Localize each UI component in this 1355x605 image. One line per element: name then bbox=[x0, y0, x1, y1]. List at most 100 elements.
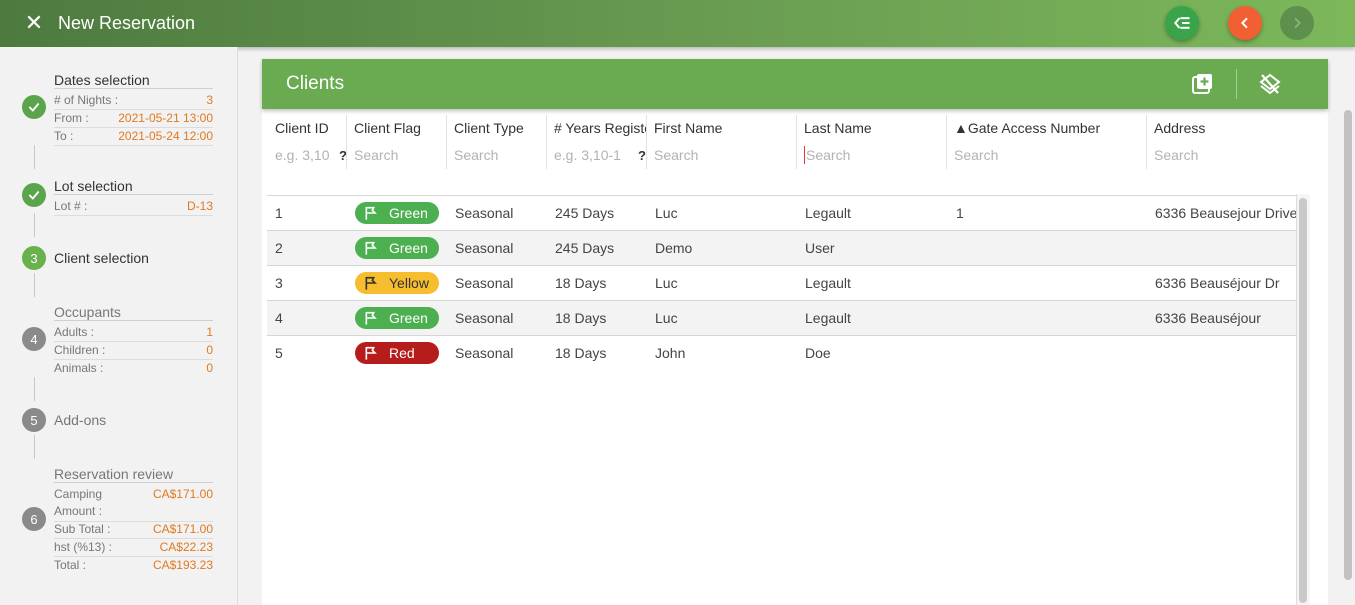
field-value: CA$193.23 bbox=[152, 558, 213, 572]
chevron-right-icon bbox=[1294, 17, 1302, 29]
client-id-cell: 5 bbox=[275, 345, 283, 361]
column-header[interactable]: First Name bbox=[654, 120, 794, 138]
years-cell: 245 Days bbox=[555, 240, 615, 256]
flag-label: Green bbox=[389, 240, 428, 256]
flag-label: Yellow bbox=[389, 275, 429, 291]
client-id-filter-input[interactable] bbox=[275, 147, 338, 163]
header-divider bbox=[1236, 69, 1237, 99]
column-header[interactable]: Address bbox=[1154, 120, 1294, 138]
step-connector bbox=[34, 213, 35, 237]
page-scrollbar[interactable] bbox=[1340, 110, 1355, 605]
column-divider bbox=[446, 115, 447, 169]
panel-header: Clients bbox=[262, 59, 1328, 109]
tax-field: hst (%13) : CA$22.23 bbox=[54, 539, 213, 557]
client-type-filter-input[interactable] bbox=[454, 147, 546, 163]
first-name-cell: Demo bbox=[655, 240, 693, 256]
help-icon[interactable]: ? bbox=[638, 148, 646, 163]
field-value: 1 bbox=[206, 325, 213, 339]
address-filter-input[interactable] bbox=[1154, 147, 1294, 163]
filter-cell: ? bbox=[275, 146, 347, 164]
address-cell: 6336 Beausejour Drive bbox=[1155, 205, 1296, 221]
field-value: 2021-05-21 13:00 bbox=[118, 111, 213, 125]
step-title: Occupants bbox=[54, 304, 213, 321]
close-icon[interactable]: ✕ bbox=[22, 11, 46, 35]
column-divider bbox=[346, 115, 347, 169]
step-number-badge: 6 bbox=[22, 507, 46, 531]
flag-badge: Green bbox=[355, 237, 439, 259]
step-number-badge: 4 bbox=[22, 327, 46, 351]
client-flag-filter-input[interactable] bbox=[354, 147, 446, 163]
scrollbar-thumb[interactable] bbox=[1299, 198, 1307, 603]
client-type-cell: Seasonal bbox=[455, 275, 514, 291]
children-field: Children : 0 bbox=[54, 342, 213, 360]
chevron-left-icon bbox=[1240, 17, 1248, 29]
filter-cell bbox=[354, 146, 446, 164]
table-row[interactable]: 5 Red Seasonal 18 Days John Doe bbox=[267, 335, 1296, 370]
column-client-flag: Client Flag bbox=[354, 120, 446, 170]
filter-list-button[interactable] bbox=[1165, 6, 1199, 40]
client-id-cell: 3 bbox=[275, 275, 283, 291]
column-header[interactable]: # Years Registered bbox=[554, 120, 646, 138]
reservation-stepper: Dates selection # of Nights : 3 From : 2… bbox=[0, 47, 238, 605]
column-header[interactable]: Last Name bbox=[804, 120, 944, 138]
table-row[interactable]: 2 Green Seasonal 245 Days Demo User bbox=[267, 230, 1296, 265]
flag-icon bbox=[365, 241, 377, 255]
flag-icon bbox=[365, 206, 377, 220]
column-header[interactable]: Client Type bbox=[454, 120, 546, 138]
address-cell: 6336 Beauséjour Dr bbox=[1155, 275, 1280, 291]
field-value: CA$171.00 bbox=[152, 522, 213, 536]
layers-clear-icon[interactable] bbox=[1258, 72, 1282, 96]
column-header[interactable]: Client Flag bbox=[354, 120, 446, 138]
flag-icon bbox=[365, 346, 377, 360]
years-registered-filter-input[interactable] bbox=[554, 147, 637, 163]
step-title: Add-ons bbox=[54, 412, 107, 428]
client-id-cell: 2 bbox=[275, 240, 283, 256]
table-row[interactable]: 3 Yellow Seasonal 18 Days Luc Legault 63… bbox=[267, 265, 1296, 300]
column-divider bbox=[1146, 115, 1147, 169]
field-value: CA$22.23 bbox=[159, 540, 213, 554]
client-id-cell: 4 bbox=[275, 310, 283, 326]
last-name-filter-input[interactable] bbox=[806, 147, 944, 163]
field-value: 0 bbox=[206, 343, 213, 357]
to-field: To : 2021-05-24 12:00 bbox=[54, 128, 213, 146]
scrollbar-thumb[interactable] bbox=[1344, 110, 1352, 580]
animals-field: Animals : 0 bbox=[54, 360, 213, 378]
last-name-cell: User bbox=[805, 240, 835, 256]
flag-icon bbox=[365, 311, 377, 325]
column-header[interactable]: ▲Gate Access Number bbox=[954, 120, 1139, 138]
flag-label: Red bbox=[389, 345, 415, 361]
client-id-cell: 1 bbox=[275, 205, 283, 221]
page-title: New Reservation bbox=[58, 13, 196, 33]
last-name-cell: Legault bbox=[805, 310, 851, 326]
field-value: 0 bbox=[206, 361, 213, 375]
step-title: Lot selection bbox=[54, 178, 213, 195]
previous-step-button[interactable] bbox=[1228, 6, 1262, 40]
field-label: Lot # : bbox=[54, 199, 88, 213]
table-scrollbar[interactable] bbox=[1296, 194, 1310, 605]
column-divider bbox=[796, 115, 797, 169]
first-name-cell: Luc bbox=[655, 275, 678, 291]
from-field: From : 2021-05-21 13:00 bbox=[54, 110, 213, 128]
table-row[interactable]: 1 Green Seasonal 245 Days Luc Legault 1 … bbox=[267, 195, 1296, 230]
column-divider bbox=[546, 115, 547, 169]
subtotal-field: Sub Total : CA$171.00 bbox=[54, 521, 213, 539]
gate-access-filter-input[interactable] bbox=[954, 147, 1139, 163]
field-label: Camping Amount : bbox=[54, 487, 103, 518]
column-client-id: Client ID ? bbox=[275, 120, 347, 170]
flag-icon bbox=[365, 276, 377, 290]
column-header[interactable]: Client ID bbox=[275, 120, 347, 138]
first-name-filter-input[interactable] bbox=[654, 147, 794, 163]
column-divider bbox=[646, 115, 647, 169]
add-box-icon[interactable] bbox=[1190, 72, 1214, 96]
panel-title: Clients bbox=[286, 73, 345, 94]
filter-cell bbox=[804, 146, 944, 164]
column-client-type: Client Type bbox=[454, 120, 546, 170]
table-row[interactable]: 4 Green Seasonal 18 Days Luc Legault 633… bbox=[267, 300, 1296, 335]
field-label: Children : bbox=[54, 343, 106, 357]
check-icon bbox=[22, 183, 46, 207]
next-step-button[interactable] bbox=[1280, 6, 1314, 40]
first-name-cell: Luc bbox=[655, 310, 678, 326]
filter-list-icon bbox=[1174, 17, 1190, 29]
filter-cell bbox=[454, 146, 546, 164]
field-label: # of Nights : bbox=[54, 93, 119, 107]
